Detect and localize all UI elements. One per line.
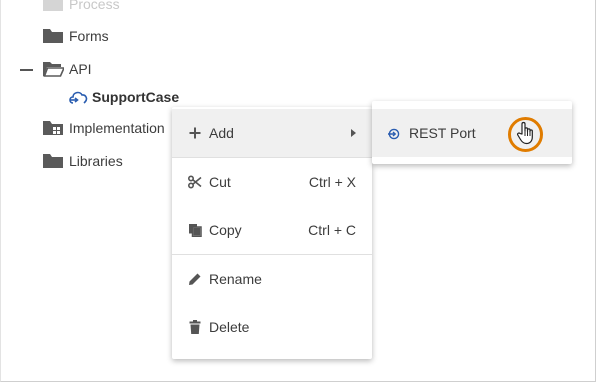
tree-item-label: Forms [69,28,109,44]
menu-item-shortcut: Ctrl + C [308,222,356,238]
tree-item-implementation[interactable]: Implementation [43,117,165,139]
menu-item-label: Delete [209,319,250,335]
tree-item-libraries[interactable]: Libraries [43,150,123,172]
tree-item-forms[interactable]: Forms [43,25,109,47]
hand-cursor-icon [516,121,536,148]
tree-item-label: Implementation [69,120,165,136]
tree-item-label: Process [69,0,120,12]
pencil-icon [188,272,202,286]
menu-item-copy[interactable]: Copy Ctrl + C [172,206,372,254]
folder-icon [43,153,63,169]
tree-item-api[interactable]: API [43,58,92,80]
folder-open-icon [43,61,66,77]
menu-item-label: Rename [209,271,262,287]
tree-item-process[interactable]: Process [43,0,120,15]
menu-item-label: Cut [209,174,231,190]
tree-item-label: API [69,61,92,77]
folder-icon [43,0,63,12]
collapse-icon[interactable] [20,69,33,71]
tree-item-label: Libraries [69,153,123,169]
menu-item-cut[interactable]: Cut Ctrl + X [172,158,372,206]
menu-item-label: Copy [209,222,242,238]
trash-icon [188,320,202,334]
menu-item-rename[interactable]: Rename [172,255,372,303]
port-in-icon [388,127,400,143]
menu-item-shortcut: Ctrl + X [308,174,356,190]
tree-item-supportcase[interactable]: SupportCase [68,86,179,108]
plus-icon [188,126,202,140]
menu-item-delete[interactable]: Delete [172,303,372,351]
context-menu: Add Cut Ctrl + X Copy Ctrl + C Rename De… [172,107,372,359]
menu-item-add[interactable]: Add [172,109,372,157]
copy-icon [188,223,202,238]
chevron-right-icon [351,129,356,137]
menu-item-label: Add [209,125,234,141]
folder-grid-icon [43,120,63,136]
scissors-icon [187,175,202,189]
cloud-api-icon [68,89,88,105]
submenu-item-label: REST Port [409,125,476,141]
folder-icon [43,28,63,44]
tree-item-label: SupportCase [92,89,180,105]
